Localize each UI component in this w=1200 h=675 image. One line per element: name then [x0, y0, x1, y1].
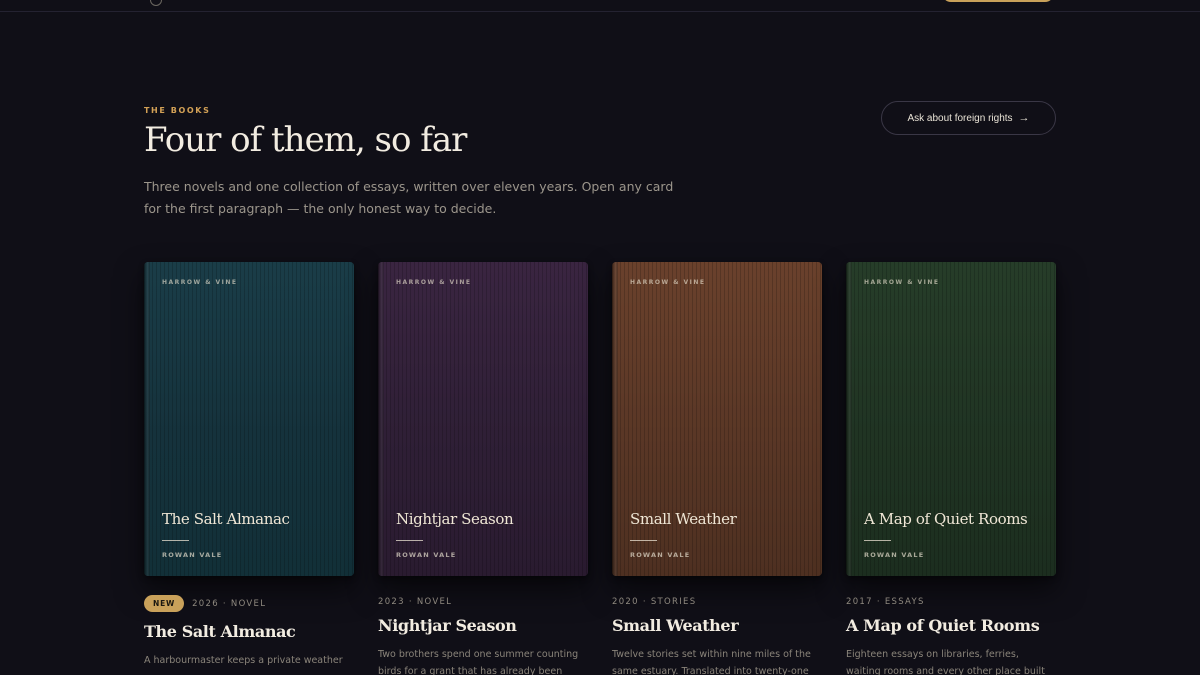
- cover-author: ROWAN VALE: [396, 551, 457, 559]
- book-cover[interactable]: HARROW & VINE Nightjar Season ROWAN VALE: [378, 262, 588, 576]
- cover-title: A Map of Quiet Rooms: [864, 510, 1028, 528]
- book-meta: 2023 · NOVEL: [378, 597, 452, 607]
- foreign-rights-button[interactable]: Ask about foreign rights →: [881, 101, 1056, 135]
- book-cover[interactable]: HARROW & VINE The Salt Almanac ROWAN VAL…: [144, 262, 354, 576]
- cover-author: ROWAN VALE: [630, 551, 691, 559]
- foreign-rights-label: Ask about foreign rights: [907, 112, 1013, 124]
- cover-spine: [144, 262, 150, 576]
- book-title[interactable]: Small Weather: [612, 616, 822, 635]
- book-meta: 2017 · ESSAYS: [846, 597, 925, 607]
- book-cover[interactable]: HARROW & VINE A Map of Quiet Rooms ROWAN…: [846, 262, 1056, 576]
- cover-publisher: HARROW & VINE: [630, 279, 706, 286]
- cover-rule: [864, 540, 891, 541]
- book-year-genre: 2017 · ESSAYS: [846, 597, 925, 607]
- new-badge: NEW: [144, 595, 185, 612]
- cover-publisher: HARROW & VINE: [396, 279, 472, 286]
- cover-title: Nightjar Season: [396, 510, 514, 528]
- section-eyebrow: THE BOOKS: [144, 106, 211, 115]
- book-cards: HARROW & VINE The Salt Almanac ROWAN VAL…: [144, 262, 1056, 675]
- nav-icon[interactable]: [150, 0, 162, 6]
- cover-author: ROWAN VALE: [864, 551, 925, 559]
- section-intro: Three novels and one collection of essay…: [144, 179, 674, 216]
- cover-title: Small Weather: [630, 510, 737, 528]
- book-year-genre: 2020 · STORIES: [612, 597, 697, 607]
- book-description: A harbourmaster keeps a private weather: [144, 655, 343, 666]
- cover-rule: [162, 540, 189, 541]
- book-description: Two brothers spend one summer counting b…: [378, 649, 579, 675]
- top-nav: [0, 0, 1200, 12]
- cover-publisher: HARROW & VINE: [864, 279, 940, 286]
- books-page: THE BOOKS Four of them, so far Three nov…: [0, 0, 1200, 675]
- cover-spine: [846, 262, 852, 576]
- cover-title: The Salt Almanac: [162, 510, 290, 528]
- book-card[interactable]: HARROW & VINE Small Weather ROWAN VALE 2…: [612, 262, 822, 675]
- cover-texture: [846, 262, 1056, 576]
- book-title[interactable]: Nightjar Season: [378, 616, 588, 635]
- cover-texture: [612, 262, 822, 576]
- cover-spine: [612, 262, 618, 576]
- book-title[interactable]: The Salt Almanac: [144, 622, 354, 641]
- book-card[interactable]: HARROW & VINE Nightjar Season ROWAN VALE…: [378, 262, 588, 675]
- arrow-right-icon: →: [1018, 112, 1030, 124]
- nav-cta-button[interactable]: [942, 0, 1054, 2]
- cover-publisher: HARROW & VINE: [162, 279, 238, 286]
- book-cover[interactable]: HARROW & VINE Small Weather ROWAN VALE: [612, 262, 822, 576]
- book-meta: NEW 2026 · NOVEL: [144, 595, 266, 612]
- cover-rule: [630, 540, 657, 541]
- book-year-genre: 2026 · NOVEL: [192, 598, 267, 609]
- cover-rule: [396, 540, 423, 541]
- book-card[interactable]: HARROW & VINE A Map of Quiet Rooms ROWAN…: [846, 262, 1056, 675]
- book-card[interactable]: HARROW & VINE The Salt Almanac ROWAN VAL…: [144, 262, 354, 666]
- book-meta: 2020 · STORIES: [612, 597, 696, 607]
- cover-author: ROWAN VALE: [162, 551, 223, 559]
- book-description: Eighteen essays on libraries, ferries, w…: [846, 649, 1045, 675]
- cover-texture: [378, 262, 588, 576]
- cover-spine: [378, 262, 384, 576]
- book-title[interactable]: A Map of Quiet Rooms: [846, 616, 1056, 635]
- book-year-genre: 2023 · NOVEL: [378, 597, 453, 607]
- book-description: Twelve stories set within nine miles of …: [612, 649, 811, 675]
- section-heading: Four of them, so far: [144, 120, 467, 160]
- cover-texture: [144, 262, 354, 576]
